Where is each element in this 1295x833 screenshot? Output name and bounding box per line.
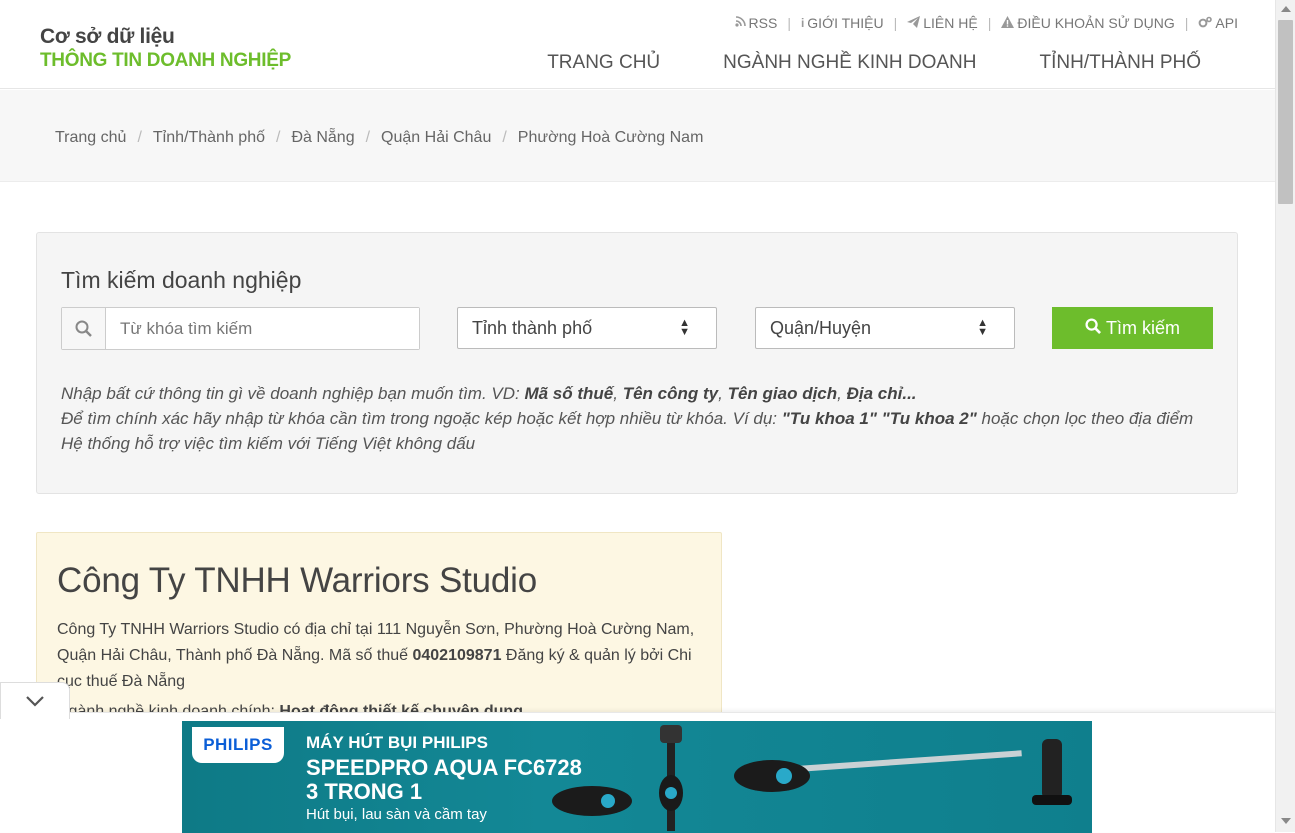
divider: | <box>893 15 898 31</box>
district-select-value: Quận/Huyện <box>770 318 872 338</box>
search-box <box>61 307 420 350</box>
nav-home[interactable]: TRANG CHỦ <box>547 52 660 74</box>
search-input[interactable] <box>106 308 419 349</box>
sort-arrows-icon: ▲ ▼ <box>679 317 690 338</box>
rss-icon <box>734 16 746 30</box>
breadcrumb-separator: / <box>137 129 142 146</box>
chevron-down-icon <box>26 695 44 707</box>
api-link[interactable]: API <box>1198 15 1238 31</box>
gears-icon <box>1198 16 1213 31</box>
scroll-up-arrow[interactable] <box>1281 6 1291 12</box>
search-button[interactable]: Tìm kiếm <box>1052 307 1213 349</box>
site-logo[interactable]: Cơ sở dữ liệu THÔNG TIN DOANH NGHIỆP <box>40 25 291 72</box>
search-title: Tìm kiếm doanh nghiệp <box>61 267 302 293</box>
ad-line1: MÁY HÚT BỤI PHILIPS <box>306 733 488 752</box>
search-panel: Tìm kiếm doanh nghiệp Tỉnh thành phố ▲▼ … <box>36 232 1238 494</box>
company-description: Công Ty TNHH Warriors Studio có địa chỉ … <box>57 621 695 690</box>
warning-icon <box>1001 15 1015 31</box>
company-name[interactable]: Công Ty TNHH Warriors Studio <box>57 561 537 601</box>
sort-arrows-icon: ▲ ▼ <box>977 317 988 338</box>
hint-line-3: Hệ thống hỗ trợ việc tìm kiếm với Tiếng … <box>61 434 476 453</box>
nav-provinces[interactable]: TỈNH/THÀNH PHỐ <box>1040 52 1202 74</box>
ad-line4: Hút bụi, lau sàn và cầm tay <box>306 806 487 823</box>
site-header: Cơ sở dữ liệu THÔNG TIN DOANH NGHIỆP RSS… <box>0 0 1275 89</box>
collapse-ad-button[interactable] <box>0 682 70 719</box>
district-select[interactable]: Quận/Huyện ▲ ▼ <box>755 307 1015 349</box>
about-link[interactable]: i GIỚI THIỆU <box>801 15 884 31</box>
contact-label: LIÊN HỆ <box>923 15 978 31</box>
scroll-down-arrow[interactable] <box>1281 818 1291 824</box>
search-button-label: Tìm kiếm <box>1106 317 1180 338</box>
hint-line-1: Nhập bất cứ thông tin gì về doanh nghiệp… <box>61 384 917 403</box>
divider: | <box>987 15 992 31</box>
rss-label: RSS <box>748 15 778 31</box>
main-nav: TRANG CHỦ NGÀNH NGHỀ KINH DOANH TỈNH/THÀ… <box>547 52 1201 74</box>
tax-code: 0402109871 <box>412 647 502 664</box>
hint-line-2: Để tìm chính xác hãy nhập từ khóa cần tì… <box>61 409 1194 428</box>
breadcrumb-city[interactable]: Đà Nẵng <box>291 129 354 147</box>
search-hints: Nhập bất cứ thông tin gì về doanh nghiệp… <box>61 381 1193 456</box>
info-icon: i <box>800 16 805 30</box>
logo-line1: Cơ sở dữ liệu <box>40 25 175 48</box>
rss-link[interactable]: RSS <box>734 15 778 31</box>
ad-banner-bar: PHILIPS MÁY HÚT BỤI PHILIPS SPEEDPRO AQU… <box>0 712 1275 833</box>
contact-link[interactable]: LIÊN HỆ <box>907 15 978 31</box>
philips-logo: PHILIPS <box>192 727 284 763</box>
ad-line3: 3 TRONG 1 <box>306 779 423 804</box>
divider: | <box>1184 15 1189 31</box>
search-icon <box>62 308 106 349</box>
breadcrumb-separator: / <box>275 129 281 146</box>
nav-industries[interactable]: NGÀNH NGHỀ KINH DOANH <box>723 52 976 74</box>
company-card: Công Ty TNHH Warriors Studio Công Ty TNH… <box>36 532 722 722</box>
scrollbar-thumb[interactable] <box>1278 20 1293 204</box>
vertical-scrollbar[interactable] <box>1275 0 1295 832</box>
terms-label: ĐIỀU KHOẢN SỬ DỤNG <box>1017 15 1175 31</box>
breadcrumb-ward: Phường Hoà Cường Nam <box>517 129 704 146</box>
terms-link[interactable]: ĐIỀU KHOẢN SỬ DỤNG <box>1001 15 1175 31</box>
breadcrumb: Trang chủ / Tỉnh/Thành phố / Đà Nẵng / Q… <box>55 129 703 147</box>
ad-banner[interactable]: PHILIPS MÁY HÚT BỤI PHILIPS SPEEDPRO AQU… <box>182 721 1092 833</box>
province-select-value: Tỉnh thành phố <box>472 318 593 338</box>
province-select[interactable]: Tỉnh thành phố ▲ ▼ <box>457 307 717 349</box>
logo-line2: THÔNG TIN DOANH NGHIỆP <box>40 50 291 71</box>
breadcrumb-provinces[interactable]: Tỉnh/Thành phố <box>153 129 265 147</box>
api-label: API <box>1215 15 1238 31</box>
top-links: RSS | i GIỚI THIỆU | LIÊN HỆ | ĐIỀU KHOẢ… <box>734 15 1238 31</box>
breadcrumb-district[interactable]: Quận Hải Châu <box>381 129 491 147</box>
send-icon <box>907 15 921 31</box>
breadcrumb-home[interactable]: Trang chủ <box>55 129 126 147</box>
breadcrumb-separator: / <box>502 129 507 146</box>
search-icon <box>1085 317 1101 339</box>
vacuum-product-image <box>552 725 1072 831</box>
about-label: GIỚI THIỆU <box>807 15 884 31</box>
divider: | <box>787 15 791 31</box>
breadcrumb-separator: / <box>365 129 371 146</box>
breadcrumb-bar: Trang chủ / Tỉnh/Thành phố / Đà Nẵng / Q… <box>0 90 1275 182</box>
